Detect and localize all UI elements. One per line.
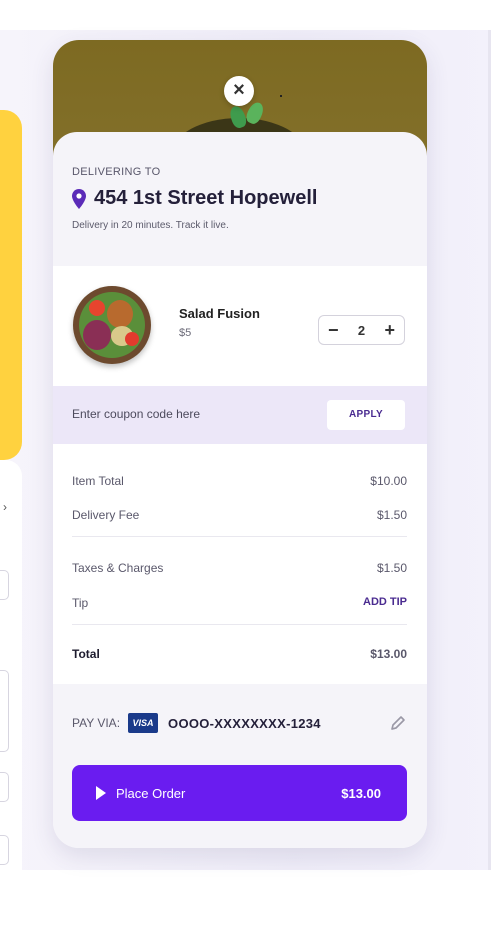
divider <box>72 536 407 537</box>
bill-row-total: Total $13.00 <box>72 647 407 661</box>
item-total-label: Item Total <box>72 474 124 488</box>
close-icon: × <box>233 79 245 101</box>
address-line: 454 1st Street Hopewell <box>72 187 412 210</box>
place-order-button[interactable]: Place Order $13.00 <box>72 765 407 821</box>
card-number: OOOO-XXXXXXXX-1234 <box>168 715 321 731</box>
bill-row-tip: Tip ADD TIP <box>72 596 407 610</box>
item-price: $5 <box>179 327 192 339</box>
checkout-screen: × DELIVERING TO 454 1st Street Hopewell … <box>53 40 427 848</box>
increment-button[interactable]: + <box>384 321 395 339</box>
payment-method: PAY VIA: VISA OOOO-XXXXXXXX-1234 <box>72 712 407 734</box>
taxes-value: $1.50 <box>376 561 407 575</box>
delivery-fee-label: Delivery Fee <box>72 508 140 522</box>
coupon-section: APPLY <box>53 386 427 444</box>
adjacent-card-yellow <box>0 110 22 460</box>
order-sheet: DELIVERING TO 454 1st Street Hopewell De… <box>53 132 427 848</box>
adjacent-field <box>0 670 9 752</box>
delivery-address-section: DELIVERING TO 454 1st Street Hopewell De… <box>72 166 412 231</box>
chevron-right-icon: › <box>3 500 7 514</box>
total-value: $13.00 <box>370 647 407 661</box>
bill-row-taxes: Taxes & Charges $1.50 <box>72 561 407 575</box>
item-total-value: $10.00 <box>370 474 407 488</box>
adjacent-card-panel <box>0 460 22 870</box>
adjacent-field <box>0 835 9 865</box>
delivery-fee-value: $1.50 <box>376 508 407 522</box>
quantity-value: 2 <box>357 322 366 338</box>
pencil-icon[interactable] <box>389 714 407 732</box>
visa-card-icon: VISA <box>128 713 159 733</box>
play-icon <box>96 786 106 800</box>
decrement-button[interactable]: − <box>328 321 339 339</box>
salad-image <box>73 286 151 364</box>
add-tip-button[interactable]: ADD TIP <box>363 596 407 610</box>
bill-details: Item Total $10.00 Delivery Fee $1.50 Tax… <box>53 444 427 684</box>
adjacent-field <box>0 570 9 600</box>
delivery-address: 454 1st Street Hopewell <box>94 187 318 209</box>
adjacent-field <box>0 772 9 802</box>
place-order-label-group: Place Order <box>96 786 185 801</box>
delivering-to-label: DELIVERING TO <box>72 166 161 178</box>
coupon-input[interactable] <box>72 400 292 428</box>
item-name: Salad Fusion <box>179 306 260 321</box>
tip-label: Tip <box>72 596 89 610</box>
order-amount: $13.00 <box>341 785 381 801</box>
location-pin-icon <box>72 188 86 209</box>
cart-item: Salad Fusion $5 − 2 + <box>53 266 427 386</box>
apply-coupon-button[interactable]: APPLY <box>327 400 405 430</box>
place-order-label: Place Order <box>116 785 186 801</box>
close-button[interactable]: × <box>224 76 254 106</box>
payment-section: PAY VIA: VISA OOOO-XXXXXXXX-1234 Place O… <box>53 684 427 848</box>
delivery-eta: Delivery in 20 minutes. Track it live. <box>72 220 229 231</box>
bill-row-delivery-fee: Delivery Fee $1.50 <box>72 508 407 522</box>
taxes-label: Taxes & Charges <box>72 561 164 575</box>
divider <box>72 624 407 625</box>
hero-dot <box>280 95 282 97</box>
bill-row-item-total: Item Total $10.00 <box>72 474 407 488</box>
total-label: Total <box>72 647 100 661</box>
pay-via-label: PAY VIA: <box>72 716 121 730</box>
quantity-stepper[interactable]: − 2 + <box>318 315 405 345</box>
